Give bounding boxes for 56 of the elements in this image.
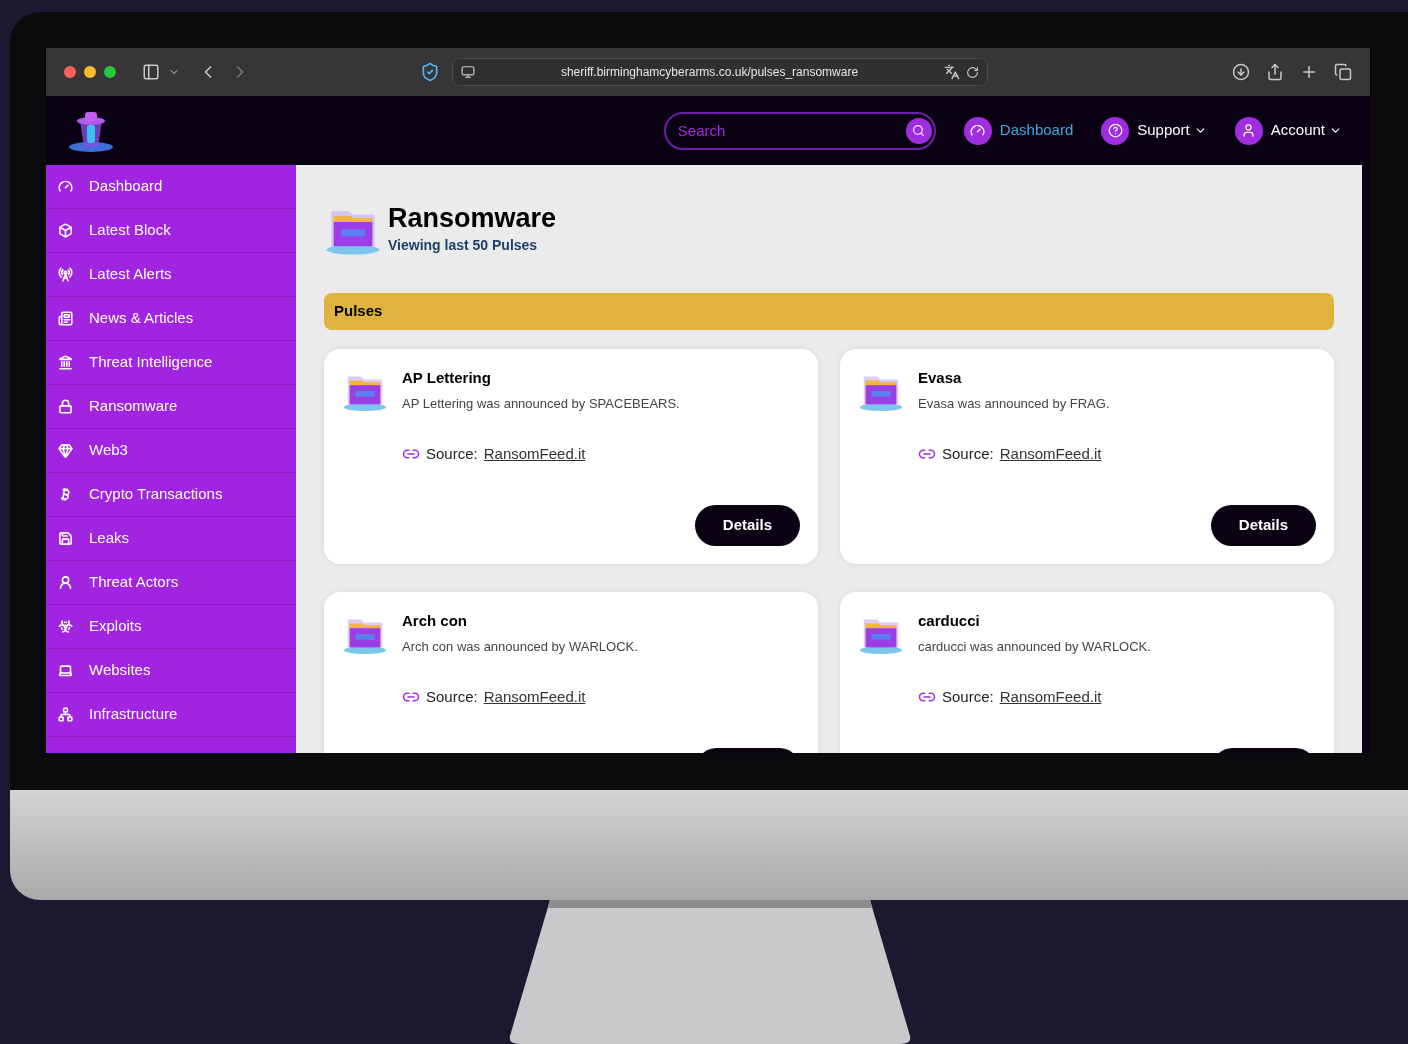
details-button[interactable]: Details <box>1210 505 1316 546</box>
reload-icon[interactable] <box>966 65 979 79</box>
pulse-description: Arch con was announced by WARLOCK. <box>402 637 638 656</box>
building-icon <box>58 355 73 370</box>
search-icon <box>912 124 926 137</box>
source-link[interactable]: RansomFeed.it <box>483 443 586 466</box>
nav-link[interactable]: Support <box>1137 119 1207 142</box>
minimize-window-icon[interactable] <box>84 66 96 78</box>
address-bar[interactable]: sheriff.birminghamcyberarms.co.uk/pulses_ransomware <box>452 58 988 86</box>
help-icon <box>1101 116 1130 145</box>
laptop-icon <box>58 663 73 678</box>
sidebar-toggle-icon[interactable] <box>142 63 160 81</box>
new-tab-icon[interactable] <box>1300 63 1318 81</box>
pulse-description: AP Lettering was announced by SPACEBEARS. <box>402 394 680 413</box>
pulse-description: Evasa was announced by FRAG. <box>918 394 1110 413</box>
biohazard-icon <box>58 619 73 634</box>
download-icon[interactable] <box>1232 63 1250 81</box>
close-window-icon[interactable] <box>64 66 76 78</box>
pulse-description: carducci was announced by WARLOCK. <box>918 637 1151 656</box>
source-label: Source: <box>426 444 478 464</box>
gauge-icon <box>963 116 992 145</box>
search-field[interactable]: Search <box>663 111 936 150</box>
gauge-icon <box>58 179 73 194</box>
nav-link[interactable]: Dashboard <box>999 119 1074 142</box>
search-button[interactable] <box>905 117 932 144</box>
user-icon <box>1234 116 1263 145</box>
url-text: sheriff.birminghamcyberarms.co.uk/pulses_ransomware <box>559 64 860 81</box>
bitcoin-icon <box>58 487 73 502</box>
lock-icon <box>58 399 73 414</box>
source-label: Source: <box>942 687 994 707</box>
page-subtitle: Viewing last 50 Pulses <box>388 235 539 255</box>
pulse-title: AP Lettering <box>402 368 492 388</box>
section-title: Pulses <box>334 301 383 322</box>
person-icon <box>58 575 73 590</box>
source-label: Source: <box>942 444 994 464</box>
page-title: Ransomware <box>388 201 557 235</box>
maximize-window-icon[interactable] <box>104 66 116 78</box>
radio-tower-icon <box>58 267 73 282</box>
sidebar-item[interactable]: News & Articles <box>46 297 296 341</box>
pulse-title: Arch con <box>402 611 468 631</box>
shield-icon[interactable] <box>420 62 440 82</box>
source-link[interactable]: RansomFeed.it <box>483 686 586 709</box>
network-icon <box>58 707 73 722</box>
pulse-title: carducci <box>918 611 981 631</box>
source-label: Source: <box>426 687 478 707</box>
translate-icon[interactable] <box>944 64 960 80</box>
pulse-title: Evasa <box>918 368 963 388</box>
source-link[interactable]: RansomFeed.it <box>999 443 1102 466</box>
share-icon[interactable] <box>1266 63 1284 81</box>
tabs-icon[interactable] <box>1334 63 1352 81</box>
diamond-icon <box>58 443 73 458</box>
details-button[interactable]: Details <box>694 505 800 546</box>
newspaper-icon <box>58 311 73 326</box>
source-link[interactable]: RansomFeed.it <box>999 686 1102 709</box>
nav-link[interactable]: Account <box>1270 119 1342 142</box>
cube-icon <box>58 223 73 238</box>
